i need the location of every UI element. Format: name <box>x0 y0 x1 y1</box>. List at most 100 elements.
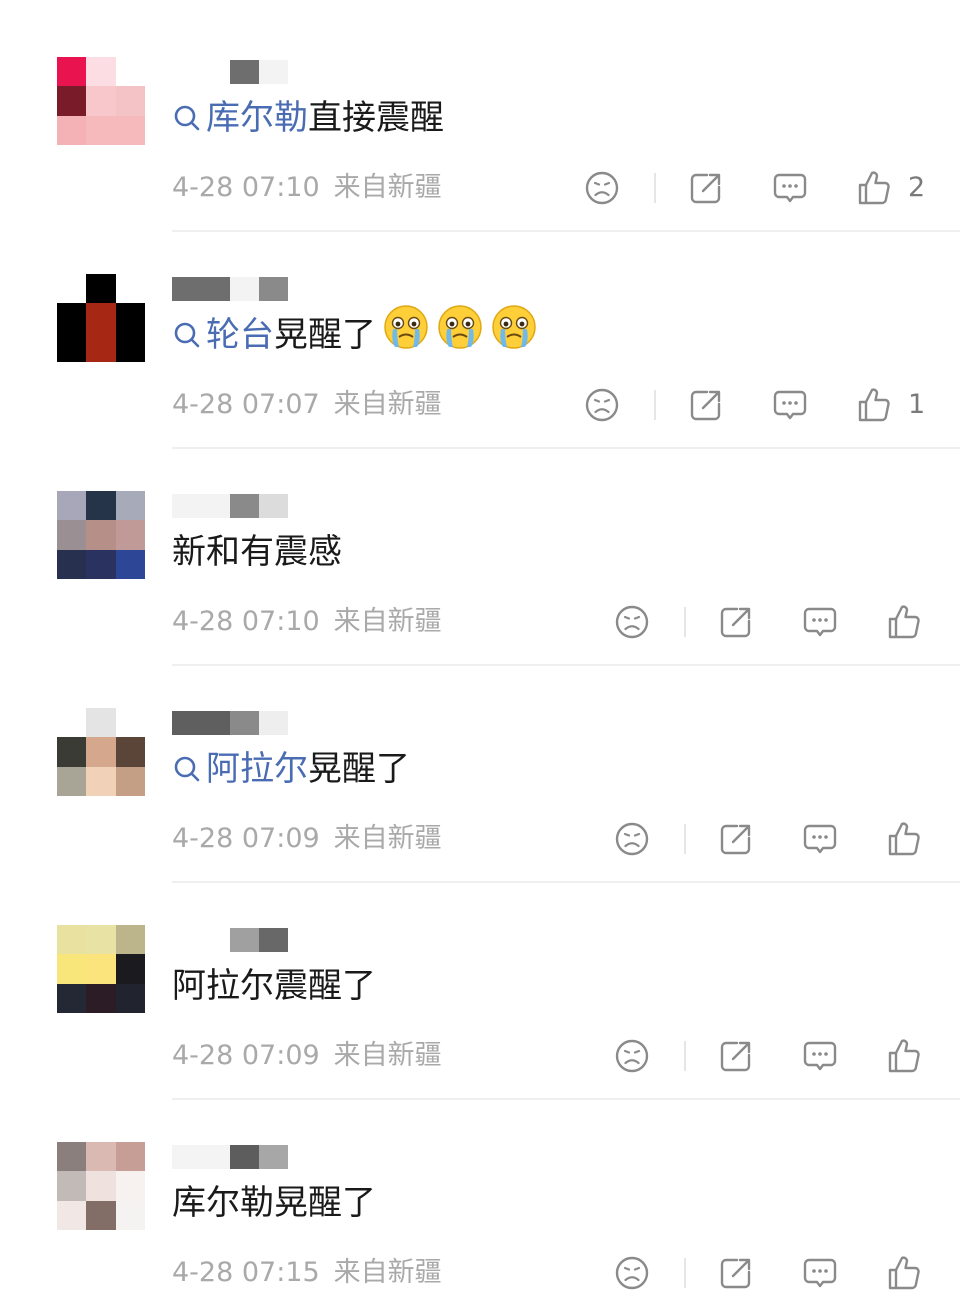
action-separator <box>684 1258 686 1288</box>
avatar-pixel <box>115 520 145 550</box>
avatar-pixel <box>86 332 116 362</box>
comment-text: 新和有震感 <box>172 524 342 580</box>
avatar[interactable] <box>57 57 145 145</box>
avatar-pixel <box>57 491 87 521</box>
crying-face-emoji <box>438 304 482 349</box>
avatar-pixel <box>57 115 87 145</box>
reply-button[interactable] <box>800 1036 840 1076</box>
username-mosaic <box>172 928 230 952</box>
avatar[interactable] <box>57 1142 145 1230</box>
share-button[interactable] <box>686 385 726 425</box>
like-button[interactable] <box>884 1036 924 1076</box>
username[interactable] <box>172 275 332 303</box>
share-button[interactable] <box>716 1253 756 1293</box>
avatar[interactable] <box>57 274 145 362</box>
share-button[interactable] <box>686 168 726 208</box>
comment-body: 晃醒了 <box>308 749 410 789</box>
avatar[interactable] <box>57 491 145 579</box>
reply-button[interactable] <box>770 385 810 425</box>
username[interactable] <box>172 1143 332 1171</box>
username[interactable] <box>172 709 332 737</box>
like-button[interactable] <box>854 168 894 208</box>
like-button[interactable] <box>884 602 924 642</box>
username[interactable] <box>172 926 332 954</box>
share-button[interactable] <box>716 602 756 642</box>
like-button[interactable] <box>884 819 924 859</box>
username[interactable] <box>172 58 332 86</box>
comment-item: 新和有震感 4-28 07:10 来自新疆 <box>0 434 960 666</box>
comment-list: 库尔勒 直接震醒 4-28 07:10 来自新疆 2 轮台 晃醒了 4-28 0… <box>0 0 960 1294</box>
avatar-pixel <box>57 737 87 767</box>
username-mosaic <box>230 1145 259 1169</box>
comment-meta: 4-28 07:07 来自新疆 <box>172 385 442 425</box>
comment-item: 阿拉尔 晃醒了 4-28 07:09 来自新疆 <box>0 651 960 883</box>
avatar-pixel <box>57 954 87 984</box>
dislike-button[interactable] <box>612 602 652 642</box>
avatar-pixel <box>86 925 116 955</box>
thumbs-up-icon <box>888 1256 920 1290</box>
source-location: 来自新疆 <box>333 823 442 854</box>
topic-label: 阿拉尔 <box>206 749 308 789</box>
magnifier-icon <box>174 322 200 348</box>
dislike-button[interactable] <box>612 819 652 859</box>
topic-label: 轮台 <box>206 315 274 355</box>
avatar-pixel <box>57 303 87 333</box>
username-mosaic <box>230 928 259 952</box>
username[interactable] <box>172 492 332 520</box>
like-button[interactable] <box>884 1253 924 1293</box>
reply-button[interactable] <box>770 168 810 208</box>
topic-label: 库尔勒 <box>206 98 308 138</box>
username-mosaic <box>259 277 288 301</box>
action-separator <box>684 824 686 854</box>
reply-button[interactable] <box>800 1253 840 1293</box>
share-icon <box>690 390 721 421</box>
thumbs-up-icon <box>858 171 890 205</box>
avatar-pixel <box>115 766 145 796</box>
avatar-pixel <box>115 57 145 87</box>
comment-bubble-icon <box>773 173 807 203</box>
topic-link[interactable]: 库尔勒 <box>172 90 308 146</box>
action-separator <box>684 1041 686 1071</box>
share-button[interactable] <box>716 819 756 859</box>
avatar[interactable] <box>57 925 145 1013</box>
source-location: 来自新疆 <box>333 389 442 420</box>
action-bar <box>0 651 960 856</box>
action-bar: 1 <box>0 217 960 422</box>
avatar-pixel <box>115 1200 145 1230</box>
username-mosaic <box>259 711 288 735</box>
action-bar <box>0 1085 960 1290</box>
dislike-button[interactable] <box>582 168 622 208</box>
timestamp: 4-28 07:10 <box>172 606 320 637</box>
like-button[interactable] <box>854 385 894 425</box>
username-mosaic <box>259 494 288 518</box>
username-mosaic <box>230 60 259 84</box>
comment-text: 阿拉尔震醒了 <box>172 958 376 1014</box>
dislike-button[interactable] <box>612 1253 652 1293</box>
avatar-pixel <box>86 1171 116 1201</box>
action-separator <box>654 390 656 420</box>
avatar-pixel <box>86 86 116 116</box>
avatar-pixel <box>57 766 87 796</box>
reply-button[interactable] <box>800 602 840 642</box>
source-location: 来自新疆 <box>333 172 442 203</box>
thumbs-up-icon <box>858 388 890 422</box>
avatar-pixel <box>86 983 116 1013</box>
timestamp: 4-28 07:15 <box>172 1257 320 1288</box>
topic-link[interactable]: 轮台 <box>172 307 274 363</box>
username-mosaic <box>230 711 259 735</box>
avatar[interactable] <box>57 708 145 796</box>
username-mosaic <box>230 277 259 301</box>
magnifier-icon <box>174 756 200 782</box>
comment-item: 阿拉尔震醒了 4-28 07:09 来自新疆 <box>0 868 960 1100</box>
thumbs-up-icon <box>888 1039 920 1073</box>
topic-link[interactable]: 阿拉尔 <box>172 741 308 797</box>
dislike-button[interactable] <box>582 385 622 425</box>
avatar-pixel <box>86 1142 116 1172</box>
reply-button[interactable] <box>800 819 840 859</box>
comment-body: 晃醒了 <box>274 315 376 355</box>
dislike-button[interactable] <box>612 1036 652 1076</box>
avatar-pixel <box>57 274 87 304</box>
action-bar <box>0 434 960 639</box>
share-icon <box>690 173 721 204</box>
share-button[interactable] <box>716 1036 756 1076</box>
